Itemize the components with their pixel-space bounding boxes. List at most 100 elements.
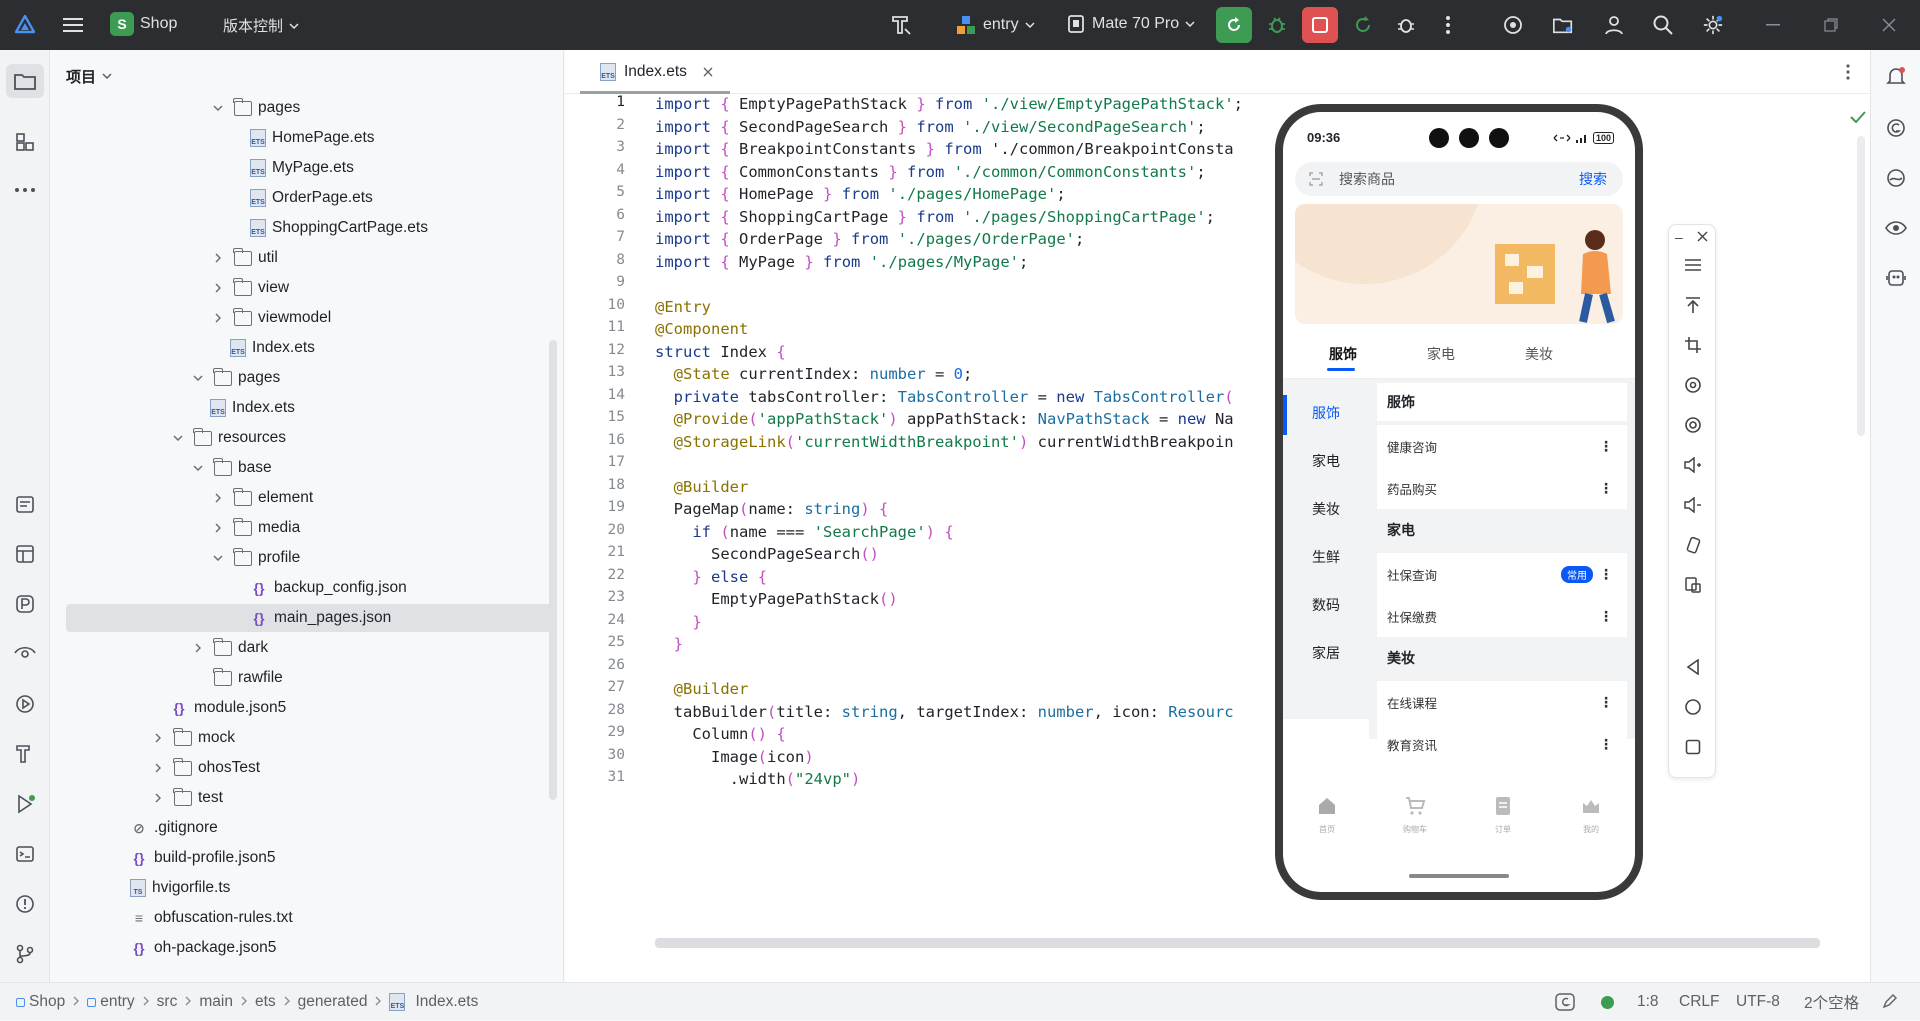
main-menu-icon[interactable] bbox=[62, 14, 84, 36]
chevron-down-icon[interactable] bbox=[210, 550, 226, 566]
tree-item[interactable]: ETS ShoppingCartPage.ets bbox=[50, 214, 428, 242]
file-encoding[interactable]: UTF-8 bbox=[1736, 993, 1780, 1011]
more-actions-button[interactable] bbox=[1430, 7, 1466, 43]
settings-gear-icon[interactable] bbox=[1702, 14, 1724, 36]
side-category[interactable]: 服饰 bbox=[1283, 393, 1369, 433]
more-tools-icon[interactable] bbox=[13, 178, 37, 202]
module-selector[interactable]: entry bbox=[955, 14, 1035, 36]
services-tool-icon[interactable] bbox=[13, 692, 37, 716]
tree-item[interactable]: ETS HomePage.ets bbox=[50, 124, 375, 152]
chevron-right-icon[interactable] bbox=[190, 640, 206, 656]
tree-item[interactable]: ETS MyPage.ets bbox=[50, 154, 354, 182]
shake-icon[interactable] bbox=[1681, 533, 1705, 557]
codegenie-status-icon[interactable] bbox=[1555, 993, 1575, 1016]
side-category[interactable]: 家电 bbox=[1283, 441, 1369, 481]
previewer-icon[interactable] bbox=[1884, 216, 1908, 240]
breadcrumb-item[interactable]: src bbox=[157, 993, 178, 1011]
code-line[interactable]: import { MyPage } from './pages/MyPage'; bbox=[655, 249, 1028, 276]
version-control-tool-icon[interactable] bbox=[13, 942, 37, 966]
preview-tool-icon[interactable] bbox=[13, 642, 37, 666]
phone-tab[interactable]: 家电 bbox=[1401, 344, 1481, 364]
recents-nav-icon[interactable] bbox=[1681, 735, 1705, 759]
device-connected-indicator[interactable] bbox=[1601, 996, 1614, 1009]
bottom-nav-item[interactable]: 购物车 bbox=[1371, 780, 1459, 850]
tree-item[interactable]: view bbox=[50, 274, 289, 302]
more-vertical-icon[interactable]: ⋮ bbox=[1599, 480, 1613, 497]
multi-screen-icon[interactable] bbox=[1681, 573, 1705, 597]
tree-item[interactable]: mock bbox=[50, 724, 235, 752]
more-vertical-icon[interactable]: ⋮ bbox=[1599, 608, 1613, 625]
tree-item[interactable]: ETS Index.ets bbox=[50, 334, 315, 362]
breadcrumb-item[interactable]: Shop bbox=[16, 993, 65, 1011]
side-category[interactable]: 数码 bbox=[1283, 585, 1369, 625]
phone-search-bar[interactable]: 搜索商品 搜索 bbox=[1295, 162, 1623, 196]
editor-options-icon[interactable] bbox=[1846, 64, 1850, 85]
tree-item[interactable]: ⊘ .gitignore bbox=[50, 814, 218, 842]
maximize-icon[interactable] bbox=[1820, 14, 1842, 36]
project-switcher[interactable]: S Shop bbox=[110, 12, 177, 36]
run-button[interactable] bbox=[1216, 7, 1252, 43]
chevron-right-icon[interactable] bbox=[210, 520, 226, 536]
tree-item[interactable]: dark bbox=[50, 634, 268, 662]
indent-setting[interactable]: 2个空格 bbox=[1804, 991, 1859, 1013]
breadcrumb-item[interactable]: ETS Index.ets bbox=[389, 993, 478, 1011]
tree-item[interactable]: rawfile bbox=[50, 664, 283, 692]
terminal-tool-icon[interactable] bbox=[13, 842, 37, 866]
service-item[interactable]: 健康咨询 ⋮ bbox=[1377, 425, 1627, 467]
location-icon[interactable] bbox=[1681, 413, 1705, 437]
code-line[interactable]: .width("24vp") bbox=[655, 766, 861, 793]
code-line[interactable]: } bbox=[655, 631, 683, 658]
phone-tab[interactable]: 服饰 bbox=[1303, 344, 1383, 364]
read-only-toggle-icon[interactable] bbox=[1882, 993, 1898, 1014]
chevron-down-icon[interactable] bbox=[170, 430, 186, 446]
phone-search-button[interactable]: 搜索 bbox=[1579, 169, 1607, 189]
service-item[interactable]: 在线课程 ⋮ bbox=[1377, 681, 1627, 723]
pin-top-icon[interactable] bbox=[1681, 293, 1705, 317]
more-vertical-icon[interactable]: ⋮ bbox=[1599, 694, 1613, 711]
chevron-down-icon[interactable] bbox=[190, 370, 206, 386]
emulator-screen[interactable]: 09:36 100 搜索商品 搜索 服饰 家电 美妆 服饰 家电 美妆 生鲜 数… bbox=[1283, 112, 1635, 892]
minimize-icon[interactable] bbox=[1762, 14, 1784, 36]
breadcrumb-item[interactable]: entry bbox=[87, 993, 135, 1011]
scan-icon[interactable] bbox=[1309, 172, 1323, 186]
service-item[interactable]: 社保缴费 ⋮ bbox=[1377, 595, 1627, 637]
volume-down-icon[interactable] bbox=[1681, 493, 1705, 517]
service-item[interactable]: 药品购买 ⋮ bbox=[1377, 467, 1627, 509]
app-analyzer-icon[interactable] bbox=[1884, 166, 1908, 190]
tree-item[interactable]: element bbox=[50, 484, 313, 512]
tree-item[interactable]: test bbox=[50, 784, 223, 812]
more-vertical-icon[interactable]: ⋮ bbox=[1599, 736, 1613, 753]
structure-tool-icon[interactable] bbox=[13, 130, 37, 154]
service-item[interactable]: 社保查询 常用 ⋮ bbox=[1377, 553, 1627, 595]
notifications-icon[interactable] bbox=[1884, 64, 1908, 88]
profiler-tool-icon[interactable] bbox=[13, 592, 37, 616]
breadcrumb-item[interactable]: ets bbox=[255, 993, 276, 1011]
device-file-browser-icon[interactable] bbox=[1552, 14, 1574, 36]
chevron-right-icon[interactable] bbox=[150, 790, 166, 806]
tree-scrollbar[interactable] bbox=[549, 340, 557, 800]
device-selector[interactable]: Mate 70 Pro bbox=[1066, 14, 1195, 34]
attach-debugger-button[interactable] bbox=[1388, 7, 1424, 43]
minimize-emulator-icon[interactable]: – bbox=[1675, 229, 1683, 245]
tree-item[interactable]: pages bbox=[50, 94, 300, 122]
chevron-right-icon[interactable] bbox=[150, 730, 166, 746]
promo-banner-image[interactable] bbox=[1295, 204, 1623, 324]
tree-item[interactable]: util bbox=[50, 244, 278, 272]
account-icon[interactable] bbox=[1603, 14, 1625, 36]
chevron-down-icon[interactable] bbox=[190, 460, 206, 476]
close-emulator-icon[interactable] bbox=[1697, 229, 1708, 247]
stop-button[interactable] bbox=[1302, 7, 1338, 43]
tree-item[interactable]: ETS OrderPage.ets bbox=[50, 184, 373, 212]
chevron-right-icon[interactable] bbox=[150, 760, 166, 776]
vcs-menu[interactable]: 版本控制 bbox=[223, 15, 299, 36]
cursor-position[interactable]: 1:8 bbox=[1637, 993, 1659, 1011]
codegenie-icon[interactable] bbox=[1884, 116, 1908, 140]
screenshot-crop-icon[interactable] bbox=[1681, 333, 1705, 357]
breadcrumb-item[interactable]: generated bbox=[298, 993, 368, 1011]
chevron-right-icon[interactable] bbox=[210, 280, 226, 296]
more-vertical-icon[interactable]: ⋮ bbox=[1599, 438, 1613, 455]
home-nav-icon[interactable] bbox=[1681, 695, 1705, 719]
chevron-down-icon[interactable] bbox=[210, 100, 226, 116]
more-vertical-icon[interactable]: ⋮ bbox=[1599, 566, 1613, 583]
tree-item[interactable]: viewmodel bbox=[50, 304, 331, 332]
